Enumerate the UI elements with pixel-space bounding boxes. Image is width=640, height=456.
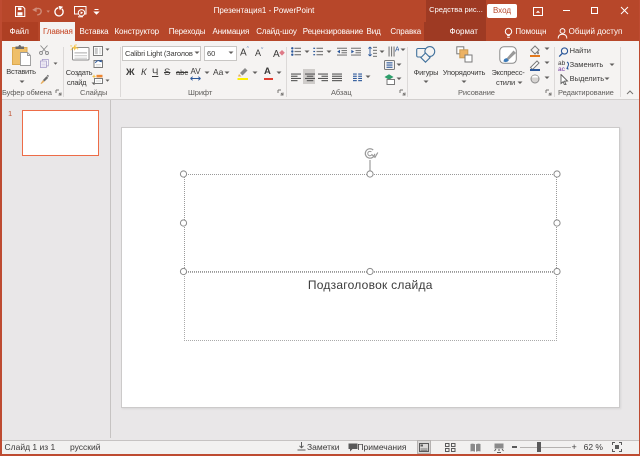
svg-text:A: A: [273, 49, 280, 59]
svg-text:A: A: [395, 47, 399, 54]
svg-text:ac: ac: [558, 66, 566, 71]
